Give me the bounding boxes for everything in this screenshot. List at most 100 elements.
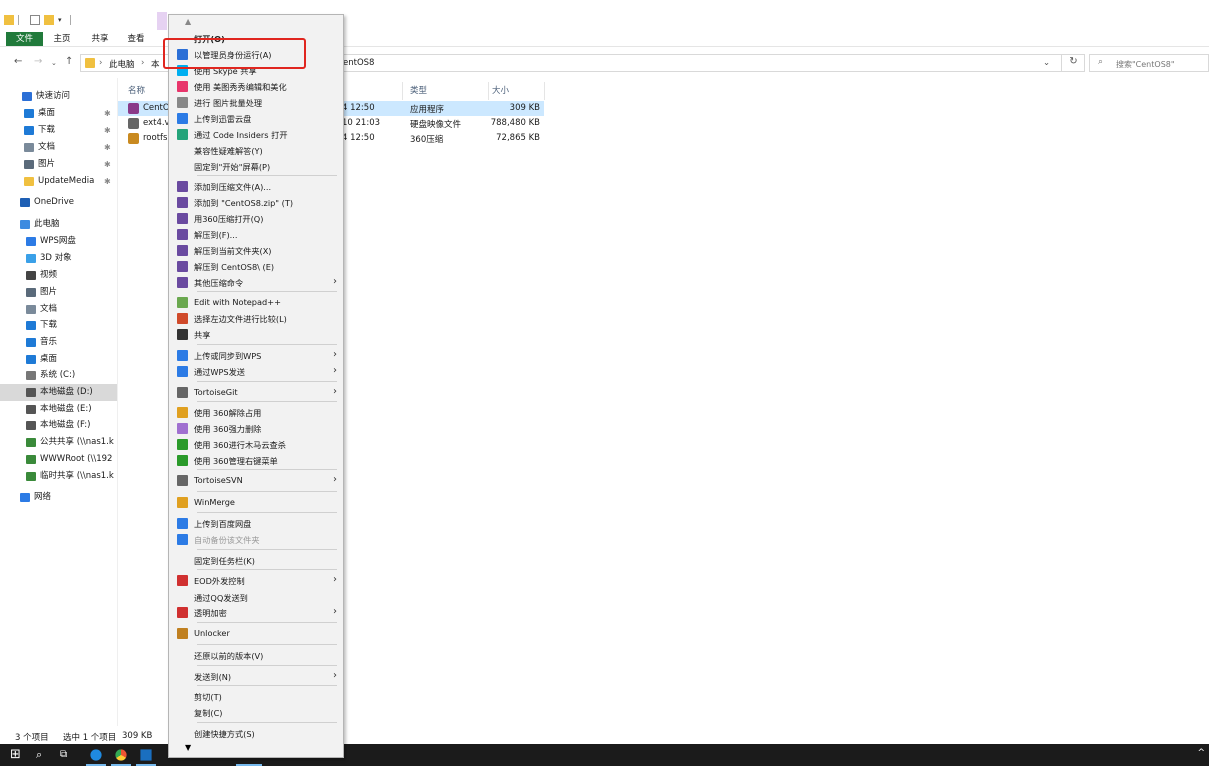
windows-start-icon[interactable]: ⊞ — [10, 747, 26, 763]
menu-item[interactable]: Edit with Notepad++ — [171, 295, 341, 311]
menu-item[interactable]: 其他压缩命令 › — [171, 275, 341, 291]
menu-item[interactable]: 使用 美图秀秀编辑和美化 — [171, 79, 341, 95]
menu-item[interactable]: 共享 — [171, 327, 341, 343]
menu-item[interactable]: 复制(C) — [171, 705, 341, 721]
task-view-icon[interactable]: ⧉ — [60, 747, 76, 763]
menu-item[interactable]: 添加到 "CentOS8.zip" (T) — [171, 195, 341, 211]
tab-share[interactable]: 共享 — [85, 32, 115, 46]
sidebar-item[interactable]: 此电脑 — [0, 216, 117, 233]
sidebar-item[interactable]: 文档 — [0, 301, 117, 318]
chrome-icon[interactable] — [115, 749, 127, 761]
menu-item[interactable]: 通过 Code Insiders 打开 — [171, 127, 341, 143]
properties-icon[interactable] — [30, 15, 40, 25]
menu-item[interactable]: 解压到当前文件夹(X) — [171, 243, 341, 259]
menu-item[interactable]: WinMerge — [171, 495, 341, 511]
menu-item[interactable]: 还原以前的版本(V) — [171, 648, 341, 664]
customize-toolbar-icon[interactable]: ▾ — [58, 15, 68, 25]
menu-item[interactable]: TortoiseSVN › — [171, 473, 341, 489]
sidebar-item[interactable]: 图片 ✱ — [0, 156, 117, 173]
sidebar-item[interactable]: 临时共享 (\\nas1.k — [0, 468, 117, 485]
breadcrumb-current-folder[interactable]: entOS8 — [343, 58, 374, 68]
winrar-icon — [177, 197, 188, 208]
menu-item[interactable]: 发送到(N) › — [171, 669, 341, 685]
breadcrumb-drive[interactable]: 本 — [151, 58, 160, 70]
new-folder-icon[interactable] — [44, 15, 54, 25]
sidebar-item[interactable]: WWWRoot (\\192 — [0, 451, 117, 468]
tab-home[interactable]: 主页 — [47, 32, 77, 46]
pin-icon[interactable]: ✱ — [104, 105, 111, 122]
sidebar-item[interactable]: 快速访问 — [0, 88, 117, 105]
address-dropdown-chevron-icon[interactable]: ⌄ — [1043, 58, 1050, 68]
sidebar-item[interactable]: 系统 (C:) — [0, 367, 117, 384]
tab-file[interactable]: 文件 — [6, 32, 43, 46]
sidebar-item[interactable]: 音乐 — [0, 334, 117, 351]
menu-item[interactable]: 进行 图片批量处理 — [171, 95, 341, 111]
sidebar-item[interactable]: 桌面 — [0, 351, 117, 368]
menu-scroll-up-icon[interactable]: ▲ — [185, 17, 191, 26]
download-icon — [24, 126, 34, 135]
up-arrow-icon[interactable]: ↑ — [65, 56, 73, 67]
menu-item[interactable]: 选择左边文件进行比较(L) — [171, 311, 341, 327]
sidebar-item[interactable]: 视频 — [0, 267, 117, 284]
menu-item[interactable]: 上传到百度网盘 — [171, 516, 341, 532]
sidebar-item[interactable]: 文档 ✱ — [0, 139, 117, 156]
sidebar-item[interactable]: 本地磁盘 (E:) — [0, 401, 117, 418]
sidebar-item[interactable]: 网络 — [0, 489, 117, 506]
menu-item[interactable]: 兼容性疑难解答(Y) — [171, 143, 341, 159]
pin-icon[interactable]: ✱ — [104, 139, 111, 156]
menu-item[interactable]: 使用 360管理右键菜单 — [171, 453, 341, 469]
menu-item[interactable]: 固定到"开始"屏幕(P) — [171, 159, 341, 175]
menu-item[interactable]: 通过QQ发送到 — [171, 590, 341, 606]
menu-item[interactable]: 透明加密 › — [171, 605, 341, 621]
menu-item[interactable]: 解压到(F)... — [171, 227, 341, 243]
forward-arrow-icon[interactable]: → — [34, 56, 42, 67]
menu-item[interactable]: 使用 360解除占用 — [171, 405, 341, 421]
menu-item[interactable]: Unlocker — [171, 626, 341, 642]
menu-item[interactable]: EOD外发控制 › — [171, 573, 341, 589]
column-header-name[interactable]: 名称 — [128, 82, 145, 100]
menu-item[interactable]: 上传到迅雷云盘 — [171, 111, 341, 127]
search-icon[interactable]: ⌕ — [36, 747, 52, 763]
sidebar-item[interactable]: 图片 — [0, 284, 117, 301]
menu-item[interactable]: 解压到 CentOS8\ (E) — [171, 259, 341, 275]
sidebar-item[interactable]: UpdateMedia ✱ — [0, 173, 117, 190]
sidebar-item[interactable]: 下载 — [0, 317, 117, 334]
menu-scroll-down-icon[interactable]: ▼ — [185, 743, 191, 752]
sidebar-item[interactable]: 3D 对象 — [0, 250, 117, 267]
pin-icon[interactable]: ✱ — [104, 173, 111, 190]
tray-expand-chevron-icon[interactable]: ^ — [1197, 748, 1205, 758]
edge-browser-icon[interactable] — [90, 749, 102, 761]
recent-locations-chevron-icon[interactable]: ⌄ — [51, 59, 57, 67]
pin-icon[interactable]: ✱ — [104, 122, 111, 139]
menu-item[interactable]: 用360压缩打开(Q) — [171, 211, 341, 227]
menu-item[interactable]: 固定到任务栏(K) — [171, 553, 341, 569]
menu-item[interactable]: 添加到压缩文件(A)... — [171, 179, 341, 195]
menu-item[interactable]: 使用 360强力删除 — [171, 421, 341, 437]
menu-item[interactable]: 使用 360进行木马云查杀 — [171, 437, 341, 453]
sidebar-item[interactable]: 本地磁盘 (D:) — [0, 384, 117, 401]
outlook-icon[interactable] — [140, 749, 152, 761]
refresh-icon[interactable]: ↻ — [1061, 54, 1085, 72]
tab-view[interactable]: 查看 — [121, 32, 151, 46]
menu-item[interactable]: 通过WPS发送 › — [171, 364, 341, 380]
menu-item[interactable]: 自动备份该文件夹 — [171, 532, 341, 548]
sidebar-item[interactable]: 本地磁盘 (F:) — [0, 417, 117, 434]
file-icon — [128, 103, 139, 114]
sidebar-item[interactable]: WPS网盘 — [0, 233, 117, 250]
breadcrumb-this-pc[interactable]: 此电脑 — [109, 58, 135, 70]
back-arrow-icon[interactable]: ← — [14, 56, 22, 67]
folder-icon[interactable] — [4, 15, 14, 25]
menu-item[interactable]: TortoiseGit › — [171, 385, 341, 401]
sidebar-item[interactable]: 下载 ✱ — [0, 122, 117, 139]
sidebar-item[interactable]: 公共共享 (\\nas1.k — [0, 434, 117, 451]
sidebar-item[interactable]: OneDrive — [0, 194, 117, 211]
menu-item[interactable]: 剪切(T) — [171, 689, 341, 705]
search-input[interactable]: 搜索"CentOS8" — [1116, 59, 1175, 70]
menu-item[interactable]: 创建快捷方式(S) — [171, 726, 341, 742]
search-box[interactable]: ⌕ 搜索"CentOS8" — [1089, 54, 1209, 72]
menu-item[interactable]: 上传或同步到WPS › — [171, 348, 341, 364]
column-header-type[interactable]: 类型 — [410, 82, 427, 100]
sidebar-item[interactable]: 桌面 ✱ — [0, 105, 117, 122]
pin-icon[interactable]: ✱ — [104, 156, 111, 173]
column-header-size[interactable]: 大小 — [492, 82, 509, 100]
